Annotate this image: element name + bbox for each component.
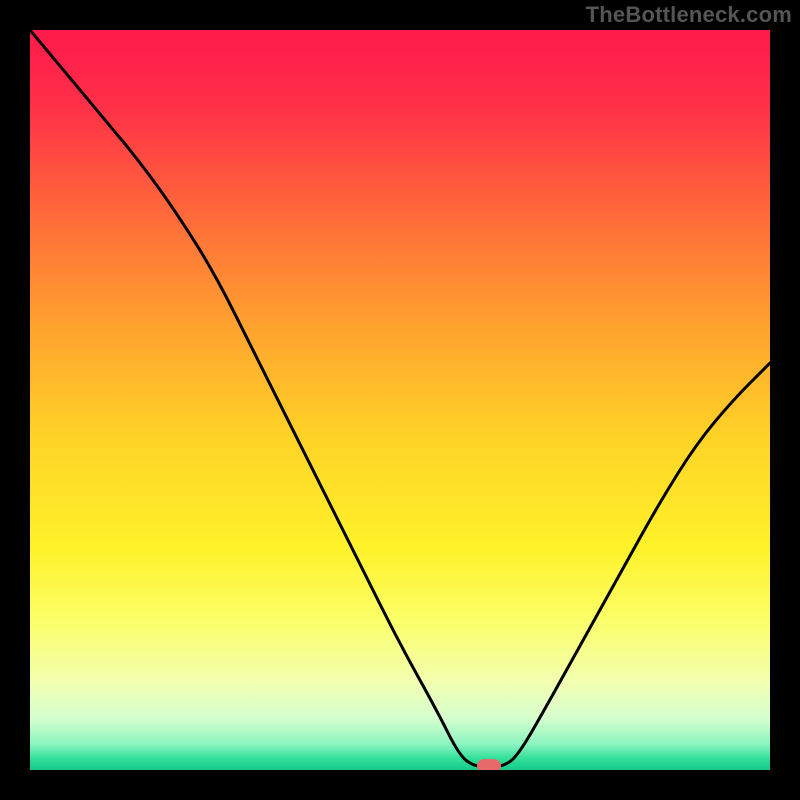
bottleneck-curve: [30, 30, 770, 770]
optimal-point-marker: [477, 759, 501, 770]
plot-area: [30, 30, 770, 770]
chart-frame: TheBottleneck.com: [0, 0, 800, 800]
attribution-text: TheBottleneck.com: [586, 2, 792, 28]
